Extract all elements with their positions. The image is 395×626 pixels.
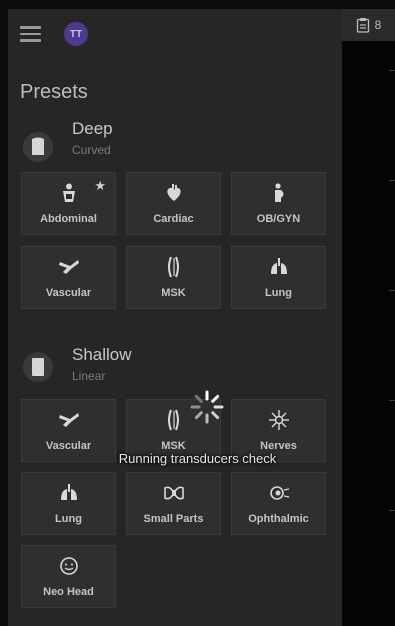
avatar[interactable]: TT xyxy=(64,22,88,46)
preset-label: Lung xyxy=(55,513,82,525)
preset-label: Abdominal xyxy=(40,213,97,225)
preset-label: Cardiac xyxy=(153,213,194,225)
presets-drawer: TT Presets Deep Curved ★ Abdominal Cardi… xyxy=(8,9,342,626)
preset-ophthalmic[interactable]: Ophthalmic xyxy=(231,472,326,535)
depth-tick xyxy=(389,400,395,401)
section-subtitle-deep: Curved xyxy=(72,143,111,157)
clipboard-status[interactable]: 8 xyxy=(342,9,395,41)
baby-head-icon xyxy=(22,552,115,580)
curved-probe-icon xyxy=(23,132,53,162)
preset-lung[interactable]: Lung xyxy=(231,246,326,309)
favorite-star-icon[interactable]: ★ xyxy=(94,178,106,194)
status-message: Running transducers check xyxy=(118,451,277,466)
preset-ob-gyn[interactable]: OB/GYN xyxy=(231,172,326,235)
section-title-deep: Deep xyxy=(72,119,113,138)
preset-neo-head[interactable]: Neo Head xyxy=(21,545,116,608)
preset-label: Vascular xyxy=(45,287,92,299)
preset-label: Neo Head xyxy=(43,586,94,598)
eye-icon xyxy=(232,479,325,507)
depth-tick xyxy=(389,180,395,181)
preset-lung[interactable]: Lung xyxy=(21,472,116,535)
lungs-icon xyxy=(22,479,115,507)
preset-msk[interactable]: MSK xyxy=(126,246,221,309)
lungs-icon xyxy=(232,253,325,281)
depth-tick xyxy=(389,290,395,291)
preset-label: Ophthalmic xyxy=(248,513,309,525)
preset-small-parts[interactable]: Small Parts xyxy=(126,472,221,535)
menu-icon[interactable] xyxy=(20,26,41,42)
vessel-icon xyxy=(22,253,115,281)
image-area xyxy=(342,9,395,626)
nerve-icon xyxy=(232,406,325,434)
loading-spinner-icon xyxy=(190,390,224,424)
preset-label: Lung xyxy=(265,287,292,299)
section-title-shallow: Shallow xyxy=(72,345,132,364)
preset-label: MSK xyxy=(161,287,186,299)
clipboard-icon xyxy=(356,18,369,33)
vessel-icon xyxy=(22,406,115,434)
preset-cardiac[interactable]: Cardiac xyxy=(126,172,221,235)
heart-icon xyxy=(127,179,220,207)
preset-label: OB/GYN xyxy=(256,213,301,225)
depth-tick xyxy=(389,70,395,71)
musculoskeletal-icon xyxy=(127,253,220,281)
drawer-header: TT xyxy=(8,9,342,57)
clipboard-count: 8 xyxy=(374,18,382,32)
depth-tick xyxy=(389,510,395,511)
page-title: Presets xyxy=(20,81,88,103)
preset-label: Small Parts xyxy=(143,513,204,525)
preset-vascular[interactable]: Vascular xyxy=(21,246,116,309)
linear-probe-icon xyxy=(23,352,53,382)
small-parts-icon xyxy=(127,479,220,507)
section-subtitle-shallow: Linear xyxy=(72,369,106,383)
pregnancy-icon xyxy=(232,179,325,207)
preset-abdominal[interactable]: ★ Abdominal xyxy=(21,172,116,235)
